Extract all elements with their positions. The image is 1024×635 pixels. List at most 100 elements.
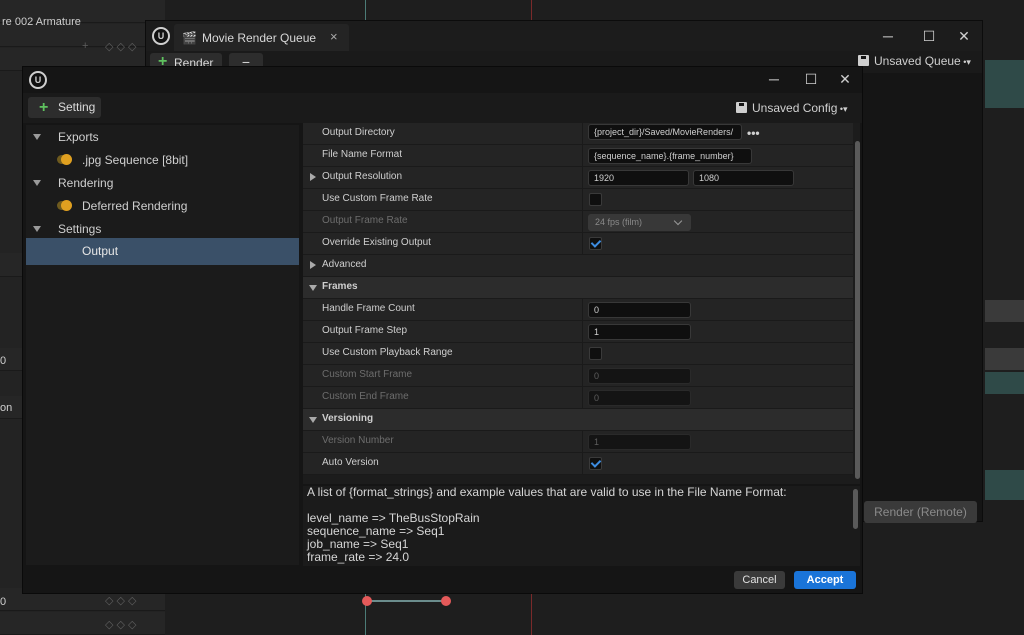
unsaved-config-dropdown[interactable]: Unsaved Config •▾ (736, 101, 848, 115)
prop-label: Auto Version (322, 457, 379, 468)
browse-button[interactable]: ••• (747, 126, 760, 140)
minimize-icon[interactable]: ─ (878, 26, 898, 46)
prop-label: Advanced (322, 259, 367, 270)
unsaved-config-label: Unsaved Config (752, 101, 838, 115)
resolution-y-field[interactable]: 1080 (693, 170, 794, 186)
dropdown-arrow-icon: •▾ (837, 104, 848, 114)
close-icon[interactable]: ✕ (954, 26, 974, 46)
enabled-toggle[interactable] (57, 200, 72, 211)
override-existing-output-checkbox[interactable] (589, 237, 602, 250)
collapse-arrow-icon[interactable] (309, 285, 317, 291)
handle-frame-count-field[interactable]: 0 (588, 302, 691, 318)
accept-button[interactable]: Accept (794, 571, 856, 589)
tree-item-output[interactable]: Output (26, 238, 299, 265)
prop-output-frame-rate: Output Frame Rate 24 fps (film) (303, 211, 853, 233)
category-frames[interactable]: Frames (303, 277, 853, 299)
unreal-logo-icon: U (152, 27, 170, 45)
enabled-toggle[interactable] (57, 154, 72, 165)
tab-close-icon[interactable]: × (330, 29, 338, 44)
tree-category-label: Settings (58, 222, 102, 236)
unsaved-queue-label: Unsaved Queue (874, 54, 961, 68)
column-divider[interactable] (582, 365, 583, 387)
category-label: Versioning (322, 413, 374, 424)
column-divider[interactable] (582, 343, 583, 365)
category-versioning[interactable]: Versioning (303, 409, 853, 431)
keyframe[interactable] (441, 596, 451, 606)
prop-label: Output Frame Step (322, 325, 408, 336)
column-divider[interactable] (582, 189, 583, 211)
prop-label: Output Frame Rate (322, 215, 408, 226)
help-example: level_name => TheBusStopRain (307, 511, 480, 525)
auto-version-checkbox[interactable] (589, 457, 602, 470)
details-panel: Output Directory {project_dir}/Saved/Mov… (303, 123, 860, 484)
column-divider[interactable] (582, 167, 583, 189)
column-divider[interactable] (582, 299, 583, 321)
prop-label: Use Custom Playback Range (322, 347, 453, 358)
key-nav-icon[interactable]: ◇ ◇ ◇ (105, 618, 137, 631)
column-divider[interactable] (582, 321, 583, 343)
column-divider[interactable] (582, 123, 583, 145)
prop-label: File Name Format (322, 149, 403, 160)
minimize-icon[interactable]: ─ (764, 69, 784, 89)
prop-advanced[interactable]: Advanced (303, 255, 853, 277)
render-remote-button[interactable]: Render (Remote) (864, 501, 977, 523)
maximize-icon[interactable]: ☐ (919, 26, 939, 46)
column-divider[interactable] (582, 233, 583, 255)
tree-item-jpg-sequence[interactable]: .jpg Sequence [8bit] (26, 148, 299, 172)
column-divider[interactable] (582, 453, 583, 475)
prop-output-resolution: Output Resolution 1920 1080 (303, 167, 853, 189)
help-scrollbar[interactable] (853, 489, 858, 529)
expand-arrow-icon[interactable] (310, 261, 316, 269)
column-divider[interactable] (582, 387, 583, 409)
help-example: frame_rate => 24.0 (307, 550, 410, 564)
format-help-text: A list of {format_strings} and example v… (303, 486, 860, 566)
key-nav-icon[interactable]: ◇ ◇ ◇ (105, 40, 137, 53)
keyframe[interactable] (362, 596, 372, 606)
prop-custom-end-frame: Custom End Frame 0 (303, 387, 853, 409)
prop-label: Override Existing Output (322, 237, 431, 248)
resolution-x-field[interactable]: 1920 (588, 170, 689, 186)
collapse-arrow-icon[interactable] (33, 134, 41, 140)
side-value: on (0, 402, 13, 414)
column-divider[interactable] (582, 211, 583, 233)
unsaved-queue-dropdown[interactable]: Unsaved Queue •▾ (858, 54, 971, 68)
use-custom-playback-range-checkbox[interactable] (589, 347, 602, 360)
unreal-logo-icon: U (29, 71, 47, 89)
collapse-arrow-icon[interactable] (33, 180, 41, 186)
tree-category-rendering[interactable]: Rendering (26, 171, 299, 195)
tree-item-deferred-rendering[interactable]: Deferred Rendering (26, 194, 299, 218)
version-number-field: 1 (588, 434, 691, 450)
prop-label: Output Directory (322, 127, 395, 138)
column-divider[interactable] (582, 431, 583, 453)
expand-arrow-icon[interactable] (310, 173, 316, 181)
cancel-button[interactable]: Cancel (734, 571, 785, 589)
file-name-format-field[interactable]: {sequence_name}.{frame_number} (588, 148, 752, 164)
prop-handle-frame-count: Handle Frame Count 0 (303, 299, 853, 321)
tree-category-exports[interactable]: Exports (26, 125, 299, 149)
key-nav-icon[interactable]: ◇ ◇ ◇ (105, 594, 137, 607)
use-custom-frame-rate-checkbox[interactable] (589, 193, 602, 206)
key-curve (367, 600, 447, 602)
details-scrollbar[interactable] (855, 141, 860, 479)
track-section (985, 60, 1024, 108)
track-row[interactable] (0, 612, 165, 635)
collapse-arrow-icon[interactable] (33, 226, 41, 232)
clapperboard-icon: 🎬 (182, 31, 197, 45)
prop-label: Use Custom Frame Rate (322, 193, 433, 204)
mrq-titlebar[interactable]: U 🎬 Movie Render Queue × ─ ☐ ✕ (146, 21, 982, 51)
dialog-titlebar[interactable]: U ─ ☐ ✕ (23, 67, 862, 93)
close-icon[interactable]: ✕ (835, 69, 855, 89)
column-divider[interactable] (582, 145, 583, 167)
add-key-icon[interactable]: + (82, 40, 88, 52)
tree-category-label: Rendering (58, 176, 114, 190)
prop-auto-version: Auto Version (303, 453, 853, 475)
maximize-icon[interactable]: ☐ (801, 69, 821, 89)
output-directory-field[interactable]: {project_dir}/Saved/MovieRenders/ (588, 124, 742, 140)
tab-movie-render-queue[interactable]: 🎬 Movie Render Queue × (174, 24, 349, 51)
prop-label: Custom Start Frame (322, 369, 413, 380)
save-icon (736, 102, 747, 113)
collapse-arrow-icon[interactable] (309, 417, 317, 423)
track-label: re 002 Armature (2, 16, 81, 28)
add-setting-button[interactable]: + Setting (28, 97, 101, 118)
output-frame-step-field[interactable]: 1 (588, 324, 691, 340)
